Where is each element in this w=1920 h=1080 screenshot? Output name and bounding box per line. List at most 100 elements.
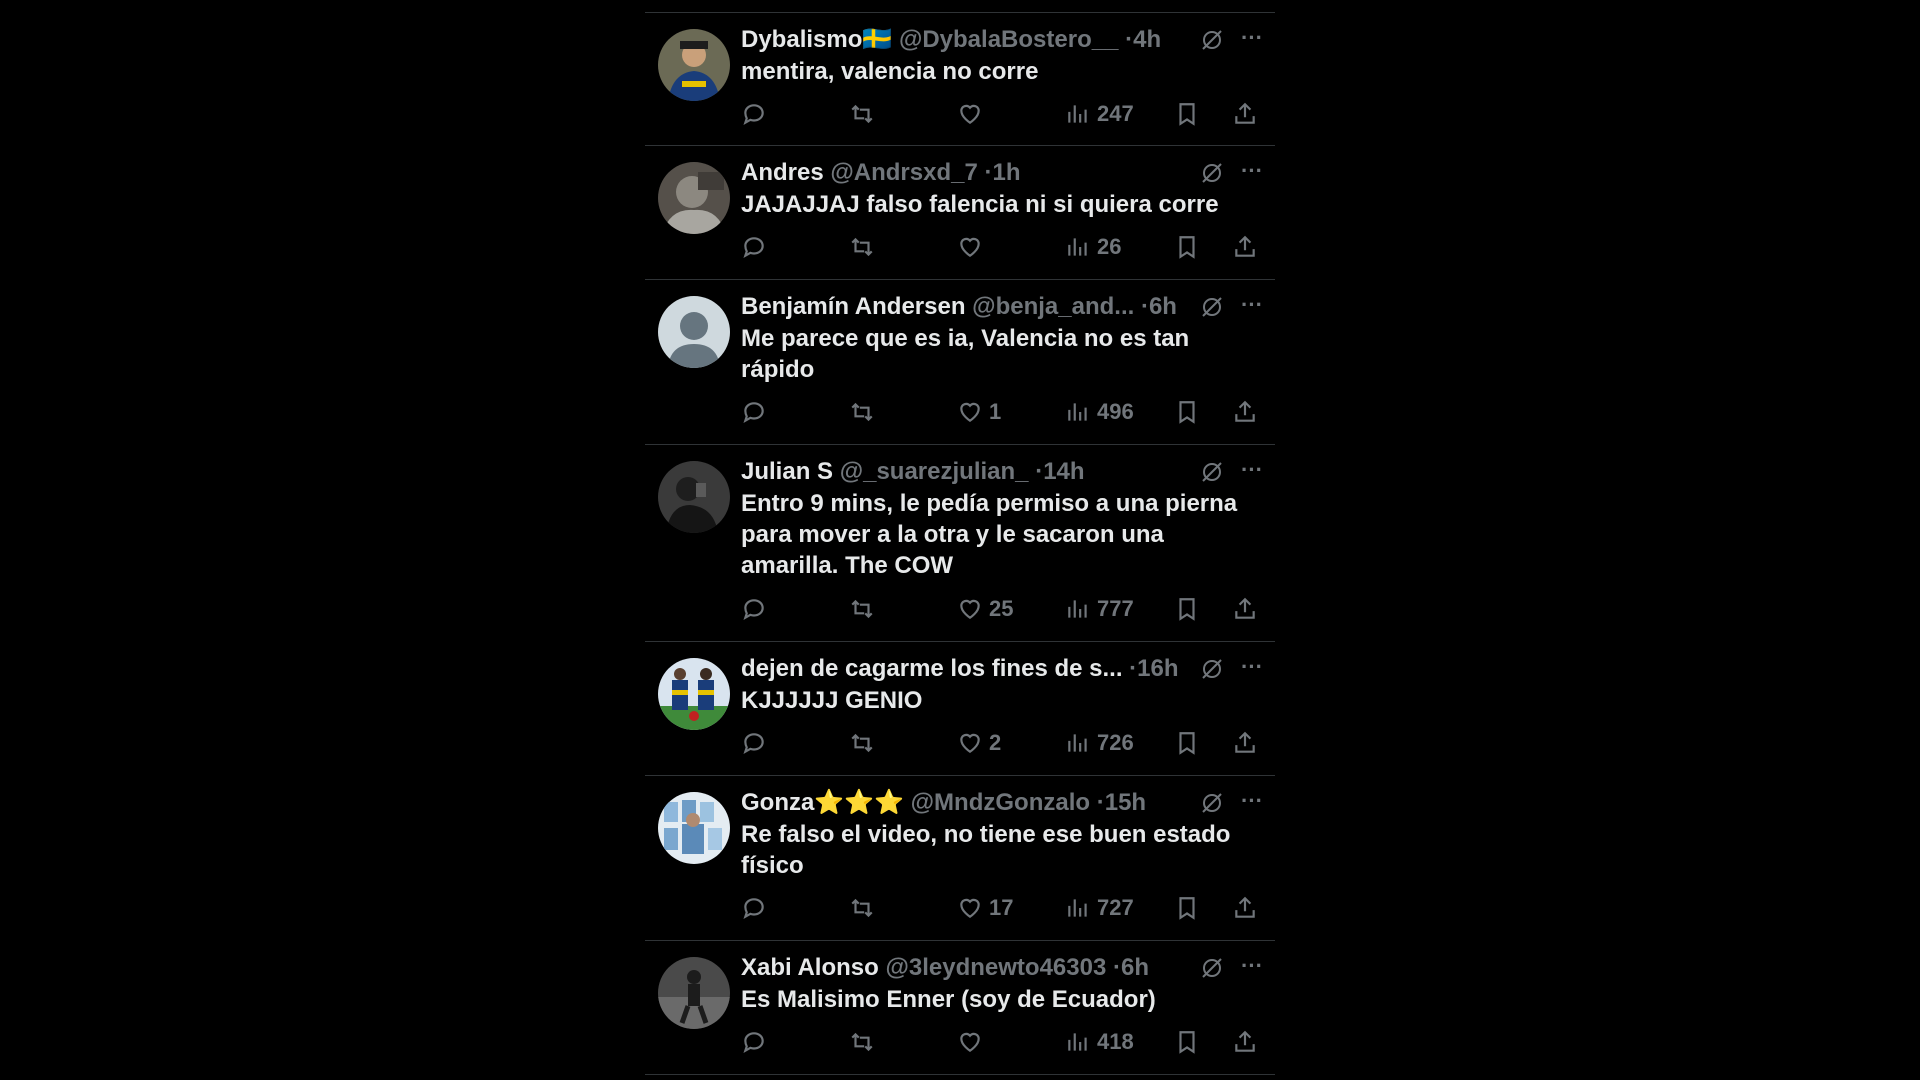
bookmark-button[interactable]	[1174, 725, 1200, 761]
timestamp[interactable]: 16h	[1137, 655, 1178, 682]
grok-icon[interactable]	[1200, 460, 1224, 484]
author-handle[interactable]: @DybalaBostero__	[899, 26, 1118, 53]
author-name[interactable]: Andres	[741, 159, 824, 186]
bookmark-button[interactable]	[1174, 394, 1200, 430]
grok-icon[interactable]	[1200, 956, 1224, 980]
grok-icon[interactable]	[1200, 791, 1224, 815]
tweet[interactable]: Julian S @_suarezjulian_ ·14h ··· Entro …	[645, 445, 1275, 642]
grok-icon[interactable]	[1200, 657, 1224, 681]
share-button[interactable]	[1232, 394, 1258, 430]
more-icon[interactable]: ···	[1238, 291, 1266, 323]
author-handle[interactable]: @3leydnewto46303	[885, 954, 1106, 981]
reply-button[interactable]	[741, 725, 767, 761]
author-name[interactable]: Benjamín Andersen	[741, 293, 966, 320]
views-icon	[1068, 600, 1087, 618]
like-button[interactable]: 2	[957, 725, 1001, 761]
share-button[interactable]	[1232, 591, 1258, 627]
timestamp[interactable]: 4h	[1133, 26, 1161, 53]
avatar[interactable]	[658, 957, 730, 1029]
reply-button[interactable]	[741, 890, 767, 926]
bookmark-button[interactable]	[1174, 890, 1200, 926]
tweet-text: Entro 9 mins, le pedía permiso a una pie…	[741, 490, 1244, 579]
timestamp[interactable]: 1h	[992, 159, 1020, 186]
avatar[interactable]	[658, 29, 730, 101]
retweet-button[interactable]	[849, 591, 875, 627]
more-icon[interactable]: ···	[1238, 157, 1266, 189]
bookmark-button[interactable]	[1174, 96, 1200, 132]
avatar[interactable]	[658, 162, 730, 234]
bookmark-button[interactable]	[1174, 591, 1200, 627]
author-handle[interactable]: @Andrsxd_7	[830, 159, 977, 186]
views-button[interactable]: 247	[1065, 96, 1134, 132]
like-button[interactable]	[957, 1024, 989, 1060]
share-button[interactable]	[1232, 229, 1258, 265]
tweet[interactable]: Dybalismo🇸🇪 @DybalaBostero__ ·4h ··· men…	[645, 13, 1275, 146]
retweet-button[interactable]	[849, 890, 875, 926]
views-button[interactable]: 727	[1065, 890, 1134, 926]
views-button[interactable]: 418	[1065, 1024, 1134, 1060]
tweet[interactable]: Xabi Alonso @3leydnewto46303 ·6h ··· Es …	[645, 941, 1275, 1075]
bookmark-button[interactable]	[1174, 229, 1200, 265]
timestamp[interactable]: 15h	[1105, 789, 1146, 816]
retweet-button[interactable]	[849, 96, 875, 132]
tweet-text: Es Malisimo Enner (soy de Ecuador)	[741, 986, 1156, 1013]
tweet-text: Me parece que es ia, Valencia no es tan …	[741, 325, 1196, 383]
views-icon	[1068, 899, 1087, 917]
views-button[interactable]: 726	[1065, 725, 1134, 761]
author-name[interactable]: Xabi Alonso	[741, 954, 879, 981]
reply-button[interactable]	[741, 96, 767, 132]
like-button[interactable]: 17	[957, 890, 1013, 926]
share-button[interactable]	[1232, 890, 1258, 926]
retweet-button[interactable]	[849, 394, 875, 430]
author-name[interactable]: Gonza⭐⭐⭐	[741, 789, 904, 816]
tweet-text: KJJJJJJ GENIO	[741, 687, 923, 714]
reply-button[interactable]	[741, 229, 767, 265]
tweet[interactable]: Gonza⭐⭐⭐ @MndzGonzalo ·15h ··· Re falso …	[645, 776, 1275, 941]
author-name[interactable]: Dybalismo🇸🇪	[741, 26, 892, 53]
reply-button[interactable]	[741, 1024, 767, 1060]
like-button[interactable]: 1	[957, 394, 1001, 430]
timestamp[interactable]: 6h	[1149, 293, 1177, 320]
like-button[interactable]	[957, 229, 989, 265]
like-button[interactable]: 25	[957, 591, 1013, 627]
author-handle[interactable]: @_suarezjulian_	[840, 458, 1029, 485]
more-icon[interactable]: ···	[1238, 952, 1266, 984]
retweet-button[interactable]	[849, 229, 875, 265]
bookmark-button[interactable]	[1174, 1024, 1200, 1060]
views-button[interactable]: 777	[1065, 591, 1134, 627]
views-button[interactable]: 26	[1065, 229, 1121, 265]
tweet[interactable]: dejen de cagarme los fines de s... ·16h …	[645, 642, 1275, 776]
more-icon[interactable]: ···	[1238, 24, 1266, 56]
author-name[interactable]: Julian S	[741, 458, 833, 485]
like-button[interactable]	[957, 96, 989, 132]
grok-icon[interactable]	[1200, 295, 1224, 319]
author-handle[interactable]: @benja_and...	[972, 293, 1134, 320]
timestamp[interactable]: 14h	[1043, 458, 1084, 485]
share-button[interactable]	[1232, 725, 1258, 761]
bookmark-icon	[1179, 401, 1195, 424]
tweet[interactable]: Benjamín Andersen @benja_and... ·6h ··· …	[645, 280, 1275, 445]
avatar[interactable]	[658, 296, 730, 368]
avatar[interactable]	[658, 461, 730, 533]
share-icon	[1235, 597, 1255, 619]
more-icon[interactable]: ···	[1238, 653, 1266, 685]
avatar[interactable]	[658, 658, 730, 730]
tweet[interactable]: Andres @Andrsxd_7 ·1h ··· JAJAJJAJ falso…	[645, 146, 1275, 280]
author-name[interactable]: dejen de cagarme los fines de s...	[741, 655, 1122, 682]
retweet-button[interactable]	[849, 725, 875, 761]
reply-button[interactable]	[741, 394, 767, 430]
tweet-text: Re falso el video, no tiene ese buen est…	[741, 821, 1238, 879]
retweet-button[interactable]	[849, 1024, 875, 1060]
grok-icon[interactable]	[1200, 28, 1224, 52]
share-button[interactable]	[1232, 1024, 1258, 1060]
author-handle[interactable]: @MndzGonzalo	[911, 789, 1090, 816]
grok-icon[interactable]	[1200, 161, 1224, 185]
more-icon[interactable]: ···	[1238, 787, 1266, 819]
timestamp[interactable]: 6h	[1121, 954, 1149, 981]
share-button[interactable]	[1232, 96, 1258, 132]
views-button[interactable]: 496	[1065, 394, 1134, 430]
avatar[interactable]	[658, 792, 730, 864]
more-icon[interactable]: ···	[1238, 456, 1266, 488]
reply-feed: Dybalismo🇸🇪 @DybalaBostero__ ·4h ··· men…	[645, 0, 1275, 1080]
reply-button[interactable]	[741, 591, 767, 627]
